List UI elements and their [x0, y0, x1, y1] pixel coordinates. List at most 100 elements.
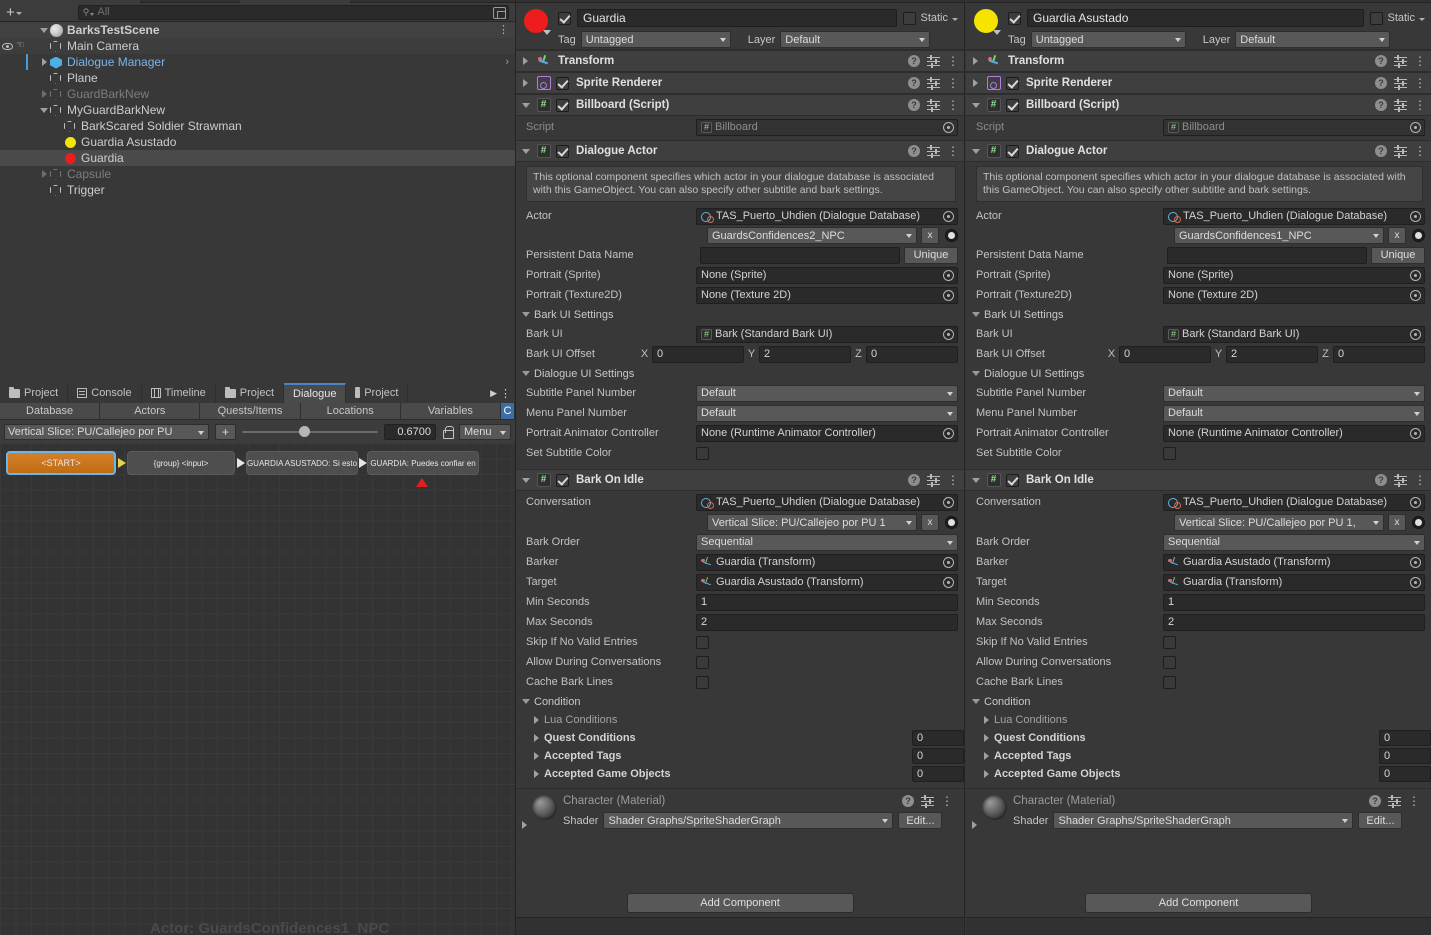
unique-button[interactable]: Unique	[904, 246, 958, 264]
script-objectfield[interactable]: # Billboard	[1163, 118, 1425, 136]
conversation-clear-button[interactable]: x	[921, 514, 939, 531]
foldout-capsule[interactable]	[38, 170, 50, 178]
tag-dropdown[interactable]: Untagged	[1030, 31, 1186, 48]
quest-conditions-count[interactable]: 0	[912, 730, 964, 746]
allow-checkbox[interactable]	[1163, 655, 1176, 669]
subtab-conversations[interactable]: C	[501, 403, 516, 419]
object-picker-icon[interactable]	[943, 496, 954, 508]
chevron-down-icon[interactable]	[993, 30, 1001, 35]
foldout-sprite-renderer[interactable]	[520, 79, 531, 87]
hierarchy-row-myguardbarknew[interactable]: MyGuardBarkNew	[0, 102, 515, 118]
preset-icon[interactable]	[927, 145, 940, 158]
foldout-billboard[interactable]	[520, 102, 531, 108]
foldout-bark-on-idle[interactable]	[520, 477, 531, 483]
portrait-texture-objectfield[interactable]: None (Texture 2D)	[696, 286, 958, 304]
persistent-data-name-input[interactable]	[1167, 246, 1367, 264]
chevron-down-icon[interactable]	[1419, 18, 1425, 21]
object-picker-icon[interactable]	[1410, 269, 1421, 281]
tab-console[interactable]: Console	[68, 383, 142, 403]
kebab-icon[interactable]: ⋮	[1414, 474, 1426, 486]
offset-x-input[interactable]: 0	[1119, 345, 1211, 363]
kebab-icon[interactable]: ⋮	[1408, 795, 1420, 807]
foldout-myguardbarknew[interactable]	[38, 107, 50, 113]
shader-dropdown[interactable]: Shader Graphs/SpriteShaderGraph	[603, 812, 894, 829]
component-header-sprite-renderer[interactable]: Sprite Renderer ? ⋮	[966, 72, 1431, 94]
section-dialogue-ui-settings[interactable]: Dialogue UI Settings	[516, 364, 964, 383]
add-component-button[interactable]: Add Component	[626, 893, 854, 913]
conversation-database-objectfield[interactable]: TAS_Puerto_Uhdien (Dialogue Database)	[1163, 493, 1425, 511]
foldout-scene[interactable]	[38, 27, 50, 33]
object-picker-icon[interactable]	[943, 328, 954, 340]
object-picker-icon[interactable]	[943, 121, 954, 133]
foldout-transform[interactable]	[970, 57, 981, 65]
tab-sliver-scene[interactable]	[240, 0, 350, 3]
layer-dropdown[interactable]: Default	[780, 31, 931, 48]
sprite-renderer-enabled-checkbox[interactable]	[1006, 76, 1019, 90]
help-icon[interactable]: ?	[908, 145, 920, 157]
help-icon[interactable]: ?	[1375, 474, 1387, 486]
foldout-material[interactable]	[969, 821, 980, 829]
gameobject-preview[interactable]	[522, 9, 552, 41]
persistent-data-name-input[interactable]	[700, 246, 900, 264]
tag-dropdown[interactable]: Untagged	[580, 31, 731, 48]
preset-icon[interactable]	[1394, 77, 1407, 90]
hierarchy-row-capsule[interactable]: Capsule	[0, 166, 515, 182]
component-header-billboard[interactable]: # Billboard (Script) ? ⋮	[966, 94, 1431, 116]
cache-checkbox[interactable]	[696, 675, 709, 689]
bark-on-idle-enabled-checkbox[interactable]	[1006, 473, 1019, 487]
hierarchy-row-guardia-asustado[interactable]: Guardia Asustado	[0, 134, 515, 150]
conversation-radio-toggle[interactable]	[945, 516, 958, 529]
actor-clear-button[interactable]: x	[921, 227, 939, 244]
actor-radio-toggle[interactable]	[945, 229, 958, 242]
dialogue-actor-enabled-checkbox[interactable]	[1006, 144, 1019, 158]
foldout-material[interactable]	[519, 821, 530, 829]
object-picker-icon[interactable]	[943, 427, 954, 439]
script-objectfield[interactable]: # Billboard	[696, 118, 958, 136]
conversation-database-objectfield[interactable]: TAS_Puerto_Uhdien (Dialogue Database)	[696, 493, 958, 511]
cache-checkbox[interactable]	[1163, 675, 1176, 689]
offset-y-input[interactable]: 2	[1226, 345, 1318, 363]
hierarchy-row-scene[interactable]: BarksTestScene ⋮	[0, 22, 515, 38]
hierarchy-row-main-camera[interactable]: ☜ Main Camera	[0, 38, 515, 54]
skip-checkbox[interactable]	[696, 635, 709, 649]
kebab-icon[interactable]: ⋮	[947, 99, 959, 111]
help-icon[interactable]: ?	[902, 795, 914, 807]
section-bark-ui-settings[interactable]: Bark UI Settings	[966, 305, 1431, 324]
foldout-transform[interactable]	[520, 57, 531, 65]
target-objectfield[interactable]: Guardia (Transform)	[1163, 573, 1425, 591]
bark-ui-objectfield[interactable]: # Bark (Standard Bark UI)	[1163, 325, 1425, 343]
subtab-actors[interactable]: Actors	[100, 403, 201, 419]
tab-project-1[interactable]: Project	[0, 383, 69, 403]
zoom-slider[interactable]	[242, 424, 378, 440]
kebab-icon[interactable]: ⋮	[947, 474, 959, 486]
unique-button[interactable]: Unique	[1371, 246, 1425, 264]
row-quest-conditions[interactable]: Quest Conditions 0	[966, 729, 1431, 747]
foldout-guardbarknew[interactable]	[38, 90, 50, 98]
preset-icon[interactable]	[927, 55, 940, 68]
kebab-icon[interactable]: ⋮	[1414, 55, 1426, 67]
shader-edit-button[interactable]: Edit...	[1358, 812, 1403, 829]
shader-dropdown[interactable]: Shader Graphs/SpriteShaderGraph	[1053, 812, 1354, 829]
chevron-down-icon[interactable]	[543, 30, 551, 35]
row-lua-conditions[interactable]: Lua Conditions	[966, 711, 1431, 729]
node-guardia-asustado[interactable]: GUARDIA ASUSTADO: Si esto	[246, 451, 358, 475]
kebab-icon[interactable]: ⋮	[1414, 77, 1426, 89]
node-group-input[interactable]: {group} <input>	[127, 451, 235, 475]
tab-project-3[interactable]: Project	[346, 383, 409, 403]
shader-edit-button[interactable]: Edit...	[898, 812, 943, 829]
object-picker-icon[interactable]	[1410, 289, 1421, 301]
help-icon[interactable]: ?	[1375, 55, 1387, 67]
conversation-name-dropdown[interactable]: Vertical Slice: PU/Callejeo por PU 1,	[1174, 514, 1384, 531]
object-picker-icon[interactable]	[943, 269, 954, 281]
object-picker-icon[interactable]	[1410, 121, 1421, 133]
max-seconds-input[interactable]: 2	[696, 613, 958, 631]
max-seconds-input[interactable]: 2	[1163, 613, 1425, 631]
preset-icon[interactable]	[927, 474, 940, 487]
min-seconds-input[interactable]: 1	[696, 593, 958, 611]
add-component-button[interactable]: Add Component	[1085, 893, 1312, 913]
preset-icon[interactable]	[1394, 55, 1407, 68]
help-icon[interactable]: ?	[908, 474, 920, 486]
actor-clear-button[interactable]: x	[1388, 227, 1406, 244]
static-toggle[interactable]: Static	[903, 11, 958, 25]
object-picker-icon[interactable]	[1410, 556, 1421, 568]
